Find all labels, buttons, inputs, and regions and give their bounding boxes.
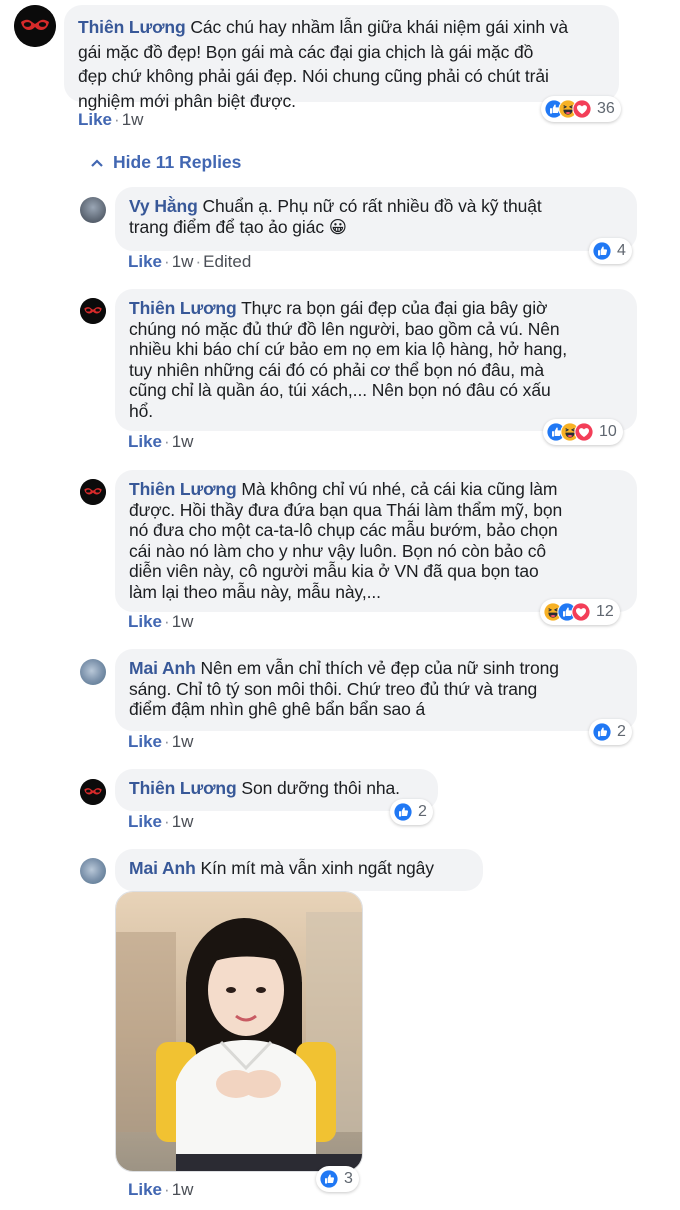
comment-text-line: diễn viên này, cô người mẫu kia ở VN đã … xyxy=(129,561,539,581)
author-name[interactable]: Thiên Lương xyxy=(129,298,237,318)
like-link[interactable]: Like xyxy=(128,812,162,831)
timestamp[interactable]: 1w xyxy=(172,812,194,831)
timestamp[interactable]: 1w xyxy=(172,732,194,751)
reaction-summary[interactable]: 3 xyxy=(316,1166,359,1192)
comment-text-line: Son dưỡng thôi nha. xyxy=(241,778,400,798)
author-name[interactable]: Mai Anh xyxy=(129,658,196,678)
comment-text-line: tuy nhiên những cái đó có phải cơ thể bọ… xyxy=(129,359,544,380)
love-icon xyxy=(572,99,592,119)
timestamp[interactable]: 1w xyxy=(172,612,194,631)
author-name[interactable]: Mai Anh xyxy=(129,858,196,878)
like-link[interactable]: Like xyxy=(128,1180,162,1199)
comment-actions: Like · 1w xyxy=(128,1180,194,1199)
author-name[interactable]: Thiên Lương xyxy=(129,778,237,798)
reaction-count: 2 xyxy=(617,723,626,740)
comment-text-line: được. Hồi thầy đưa đứa bạn qua Thái làm … xyxy=(129,499,563,520)
timestamp[interactable]: 1w xyxy=(122,110,144,129)
like-link[interactable]: Like xyxy=(78,110,112,129)
reaction-summary[interactable]: 10 xyxy=(543,419,623,445)
comment-bubble: Thiên Lương Các chú hay nhầm lẫn giữa kh… xyxy=(64,5,619,111)
comment-text-line: cũng chỉ là quần áo, túi xách,... Nên bọ… xyxy=(129,380,551,400)
reaction-count: 12 xyxy=(596,603,614,620)
like-icon xyxy=(319,1169,339,1189)
comment-text-line: điểm đậm nhìn ghê ghê bẩn bẩn sao á xyxy=(129,699,426,719)
reaction-count: 10 xyxy=(599,423,617,440)
comment-text-line: Kín mít mà vẫn xinh ngất ngây xyxy=(200,858,434,878)
reaction-summary[interactable]: 12 xyxy=(540,599,620,625)
comment-bubble: Mai Anh Nên em vẫn chỉ thích vẻ đẹp của … xyxy=(115,649,637,731)
avatar[interactable] xyxy=(80,197,106,223)
reaction-summary[interactable]: 4 xyxy=(589,238,632,264)
reaction-count: 36 xyxy=(597,100,615,117)
comment-bubble: Thiên Lương Thực ra bọn gái đẹp của đại … xyxy=(115,289,637,431)
chevron-up-icon xyxy=(91,158,103,167)
love-icon xyxy=(571,602,591,622)
comment-actions: Like · 1w xyxy=(78,110,144,129)
comment-text-line: Chuẩn ạ. Phụ nữ có rất nhiều đồ và kỹ th… xyxy=(202,196,542,216)
comment-bubble: Thiên Lương Mà không chỉ vú nhé, cả cái … xyxy=(115,470,637,612)
hide-replies-button[interactable]: Hide 11 Replies xyxy=(90,152,241,173)
comment-actions: Like · 1w xyxy=(128,432,194,451)
avatar[interactable] xyxy=(14,5,56,47)
author-name[interactable]: Vy Hằng xyxy=(129,196,198,216)
avatar[interactable] xyxy=(80,779,106,805)
like-link[interactable]: Like xyxy=(128,732,162,751)
photo-attachment[interactable] xyxy=(115,891,363,1172)
comment-actions: Like · 1w xyxy=(128,732,194,751)
avatar[interactable] xyxy=(80,858,106,884)
like-icon xyxy=(393,802,413,822)
reaction-summary[interactable]: 36 xyxy=(541,96,621,122)
edited-label[interactable]: Edited xyxy=(203,252,251,271)
comment-text-line: trang điểm để tạo ảo giác 😀 xyxy=(129,216,347,237)
timestamp[interactable]: 1w xyxy=(172,1180,194,1199)
comment-text-line: Mà không chỉ vú nhé, cả cái kia cũng làm xyxy=(241,479,558,499)
comment-text-line: đẹp chứ không phải gái đẹp. Nói chung cũ… xyxy=(78,66,549,86)
timestamp[interactable]: 1w xyxy=(172,252,194,271)
comment-text-line: cái nào nó làm cho y như vậy luôn. Bọn n… xyxy=(129,540,547,561)
comment-text-line: hổ. xyxy=(129,400,154,421)
comment-text-line: sáng. Chỉ tô tý son môi thôi. Chứ treo đ… xyxy=(129,678,538,699)
like-icon xyxy=(592,241,612,261)
avatar[interactable] xyxy=(80,479,106,505)
avatar[interactable] xyxy=(80,298,106,324)
author-name[interactable]: Thiên Lương xyxy=(78,17,186,37)
author-name[interactable]: Thiên Lương xyxy=(129,479,237,499)
reaction-summary[interactable]: 2 xyxy=(589,719,632,745)
comment-text-line: gái mặc đồ đẹp! Bọn gái mà các đại gia c… xyxy=(78,41,534,62)
comment-actions: Like · 1w xyxy=(128,612,194,631)
comment-actions: Like · 1w · Edited xyxy=(128,252,252,271)
comment-actions: Like · 1w xyxy=(128,812,194,831)
reaction-count: 3 xyxy=(344,1170,353,1187)
comment-bubble: Mai Anh Kín mít mà vẫn xinh ngất ngây xyxy=(115,849,483,891)
comment-text-line: Nên em vẫn chỉ thích vẻ đẹp của nữ sinh … xyxy=(200,658,559,678)
comment-text-line: nghiệm mới phân biệt được. xyxy=(78,90,296,111)
love-icon xyxy=(574,422,594,442)
comment-thread: Thiên Lương Các chú hay nhầm lẫn giữa kh… xyxy=(0,0,680,1210)
reaction-count: 2 xyxy=(418,803,427,820)
comment-text-line: Các chú hay nhầm lẫn giữa khái niệm gái … xyxy=(190,17,569,37)
comment-bubble: Vy Hằng Chuẩn ạ. Phụ nữ có rất nhiều đồ … xyxy=(115,187,637,251)
avatar[interactable] xyxy=(80,659,106,685)
comment-bubble: Thiên Lương Son dưỡng thôi nha. xyxy=(115,769,438,811)
reaction-summary[interactable]: 2 xyxy=(390,799,433,825)
comment-text-line: Thực ra bọn gái đẹp của đại gia bây giờ xyxy=(241,298,548,318)
like-link[interactable]: Like xyxy=(128,432,162,451)
timestamp[interactable]: 1w xyxy=(172,432,194,451)
comment-text-line: chúng nó mặc đủ thứ đồ lên người, bao gồ… xyxy=(129,318,560,339)
like-link[interactable]: Like xyxy=(128,252,162,271)
comment-text-line: nhiều khi báo chí cứ bảo em nọ em kia lộ… xyxy=(129,339,567,359)
hide-replies-label: Hide 11 Replies xyxy=(113,152,242,172)
schoolgirl-photo xyxy=(116,892,362,1171)
like-link[interactable]: Like xyxy=(128,612,162,631)
like-icon xyxy=(592,722,612,742)
reaction-count: 4 xyxy=(617,242,626,259)
comment-text-line: nó đưa cho một ca-ta-lô chụp các mẫu bướ… xyxy=(129,520,558,540)
